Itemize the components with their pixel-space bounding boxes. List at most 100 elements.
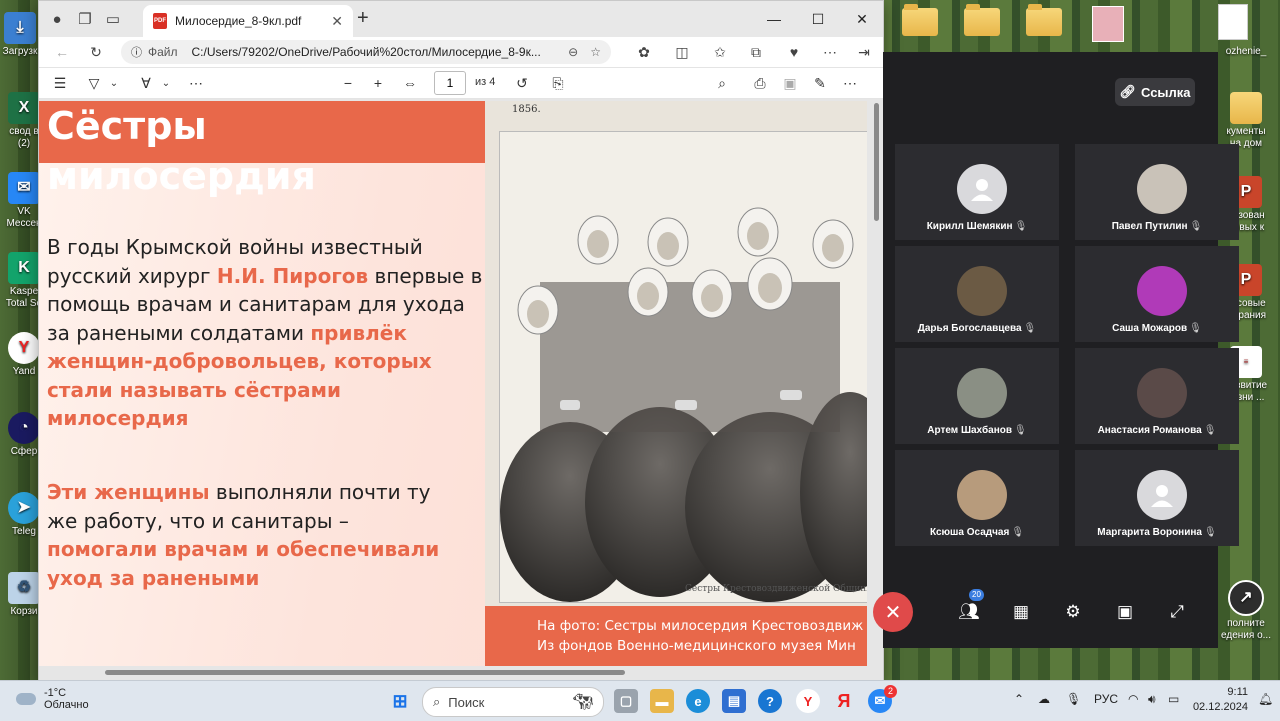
desktop-image-thumbnail[interactable] xyxy=(1092,6,1124,42)
participant-tile[interactable]: Кирилл Шемякин 🎙︎ xyxy=(895,144,1059,240)
vertical-scrollbar[interactable] xyxy=(871,99,881,659)
desktop-icon-right-6[interactable]: ↗ полните едения о... xyxy=(1212,580,1280,642)
fullscreen-icon[interactable]: ⤢ xyxy=(1163,598,1191,626)
page-view-icon[interactable]: ⎘ xyxy=(547,72,569,94)
split-screen-icon[interactable]: ◫ xyxy=(671,41,693,63)
profile-icon[interactable]: ● xyxy=(43,5,71,33)
help-icon[interactable]: ? xyxy=(758,689,782,713)
chevron-up-icon[interactable]: ⌃ xyxy=(1014,692,1024,706)
zoom-out-button[interactable]: − xyxy=(337,72,359,94)
participant-tile[interactable]: Павел Путилин 🎙︎ xyxy=(1075,144,1239,240)
browser-essentials-icon[interactable]: ♥ xyxy=(783,41,805,63)
refresh-icon[interactable]: ↻ xyxy=(85,41,107,63)
favorite-star-icon[interactable]: ☆ xyxy=(590,45,601,59)
favorites-icon[interactable]: ✩ xyxy=(709,41,731,63)
desktop-document-thumbnail[interactable] xyxy=(1218,4,1248,40)
user-placeholder-icon xyxy=(1151,485,1173,507)
draw-icon[interactable]: ∀ xyxy=(135,72,157,94)
avatar xyxy=(957,470,1007,520)
save-icon[interactable]: ▣ xyxy=(779,72,801,94)
hang-up-button[interactable]: ✕ xyxy=(873,592,913,632)
layout-grid-icon[interactable]: ▦ xyxy=(1007,598,1035,626)
wifi-icon[interactable]: ◠ xyxy=(1128,692,1138,706)
yandex-browser-icon[interactable]: Y xyxy=(796,689,820,713)
notifications-bell-icon[interactable]: 🔔︎ xyxy=(1258,692,1273,706)
print-icon[interactable]: ⎙ xyxy=(749,72,771,94)
workspaces-icon[interactable]: ❐ xyxy=(71,5,99,33)
close-window-button[interactable]: ✕ xyxy=(839,1,885,37)
scrollbar-thumb[interactable] xyxy=(105,670,625,675)
more-tools-icon[interactable]: ⋯ xyxy=(185,72,207,94)
fit-width-icon[interactable]: ⇔ xyxy=(399,72,421,94)
more-options-icon[interactable]: ⋯ xyxy=(839,72,861,94)
participant-tile[interactable]: Дарья Богославцева 🎙︎ xyxy=(895,246,1059,342)
settings-gear-icon[interactable]: ⚙ xyxy=(1059,598,1087,626)
tab-actions-icon[interactable]: ▭ xyxy=(99,5,127,33)
close-tab-icon[interactable]: ✕ xyxy=(331,13,343,30)
task-view-icon[interactable]: ▢ xyxy=(614,689,638,713)
desktop-folder-3[interactable] xyxy=(1026,4,1062,36)
copy-link-button[interactable]: 🔗︎ Ссылка xyxy=(1115,78,1195,106)
microphone-icon[interactable]: 🎙︎ xyxy=(1066,692,1081,706)
taskbar-search[interactable]: ⌕ Поиск 🐄︎ xyxy=(422,687,604,717)
app-icon: ↗ xyxy=(1228,580,1264,616)
clock[interactable]: 9:11 02.12.2024 xyxy=(1188,685,1248,715)
extensions-icon[interactable]: ✿ xyxy=(633,41,655,63)
participant-tile[interactable]: Артем Шахбанов 🎙︎ xyxy=(895,348,1059,444)
store-icon[interactable]: ▤ xyxy=(722,689,746,713)
volume-icon[interactable]: 🔊︎ xyxy=(1148,692,1156,707)
zoom-icon[interactable]: ⊖ xyxy=(568,45,578,59)
scrollbar-thumb[interactable] xyxy=(874,103,879,221)
edge-icon[interactable]: e xyxy=(686,689,710,713)
horizontal-scrollbar[interactable] xyxy=(39,667,869,677)
pdf-toolbar: ☰ ▽ ⌄ ∀ ⌄ ⋯ − + ⇔ 1 из 4 ↺ ⎘ ⌕ ⎙ ▣ ✎ ⋯ xyxy=(39,67,883,99)
photo-year: 1856. xyxy=(512,104,541,115)
sidebar-icon[interactable]: ⇥ xyxy=(853,41,875,63)
desktop-folder-2[interactable] xyxy=(964,4,1000,36)
address-bar[interactable]: ⓘ Файл C:/Users/79202/OneDrive/Рабочий%2… xyxy=(121,40,611,64)
avatar xyxy=(1137,266,1187,316)
battery-icon[interactable]: ▭ xyxy=(1168,692,1179,706)
participants-button[interactable]: 👥︎ xyxy=(955,598,983,626)
chevron-down-icon[interactable]: ⌄ xyxy=(103,72,125,94)
desktop-folder-1[interactable] xyxy=(902,4,938,36)
highlight-icon[interactable]: ▽ xyxy=(83,72,105,94)
participant-tile[interactable]: Ксюша Осадчая 🎙︎ xyxy=(895,450,1059,546)
desktop-icon-right-2[interactable]: кументы на дом xyxy=(1212,92,1280,150)
participant-tile[interactable]: Маргарита Воронина 🎙︎ xyxy=(1075,450,1239,546)
chevron-down-icon[interactable]: ⌄ xyxy=(155,72,177,94)
folder-icon: ⤓ xyxy=(4,12,36,44)
pdf-viewer[interactable]: Сёстры милосердия В годы Крымской войны … xyxy=(39,99,883,681)
zoom-in-button[interactable]: + xyxy=(367,72,389,94)
minimize-button[interactable]: — xyxy=(751,1,797,37)
mic-off-icon: 🎙︎ xyxy=(1189,323,1202,334)
tab-pdf[interactable]: PDF Милосердие_8-9кл.pdf ✕ xyxy=(143,5,353,37)
maximize-button[interactable]: ☐ xyxy=(795,1,841,37)
desktop-icon-right-1[interactable]: ozhenie_ xyxy=(1212,46,1280,58)
title-bar: ● ❐ ▭ PDF Милосердие_8-9кл.pdf ✕ + — ☐ ✕ xyxy=(39,1,883,37)
save-as-icon[interactable]: ✎ xyxy=(809,72,831,94)
collections-icon[interactable]: ⧉ xyxy=(745,41,767,63)
back-icon[interactable]: ← xyxy=(51,41,73,63)
picture-in-picture-icon[interactable]: ▣ xyxy=(1111,598,1139,626)
mic-off-icon: 🎙︎ xyxy=(1203,527,1217,538)
new-tab-button[interactable]: + xyxy=(357,7,369,30)
participant-tile[interactable]: Анастасия Романова 🎙︎ xyxy=(1075,348,1239,444)
contents-icon[interactable]: ☰ xyxy=(49,72,71,94)
participant-tile[interactable]: Саша Можаров 🎙︎ xyxy=(1075,246,1239,342)
avatar xyxy=(957,368,1007,418)
weather-widget[interactable]: -1°C Облачно xyxy=(16,687,89,711)
yandex-icon[interactable]: Я xyxy=(832,689,856,713)
video-meeting-panel: 🔗︎ Ссылка Кирилл Шемякин 🎙︎ Павел Путилин 🎙… xyxy=(873,52,1239,648)
user-placeholder-icon xyxy=(971,179,993,201)
settings-more-icon[interactable]: ⋯ xyxy=(819,41,841,63)
page-number-input[interactable]: 1 xyxy=(434,71,466,95)
avatar xyxy=(957,266,1007,316)
cloud-icon[interactable]: ☁ xyxy=(1038,692,1050,706)
yandex-browser-icon: Y xyxy=(8,332,40,364)
search-icon[interactable]: ⌕ xyxy=(711,72,733,94)
file-explorer-icon[interactable]: ▬ xyxy=(650,689,674,713)
start-button[interactable]: ⊞ xyxy=(388,689,412,713)
language-indicator[interactable]: РУС xyxy=(1094,692,1118,706)
rotate-icon[interactable]: ↺ xyxy=(511,72,533,94)
